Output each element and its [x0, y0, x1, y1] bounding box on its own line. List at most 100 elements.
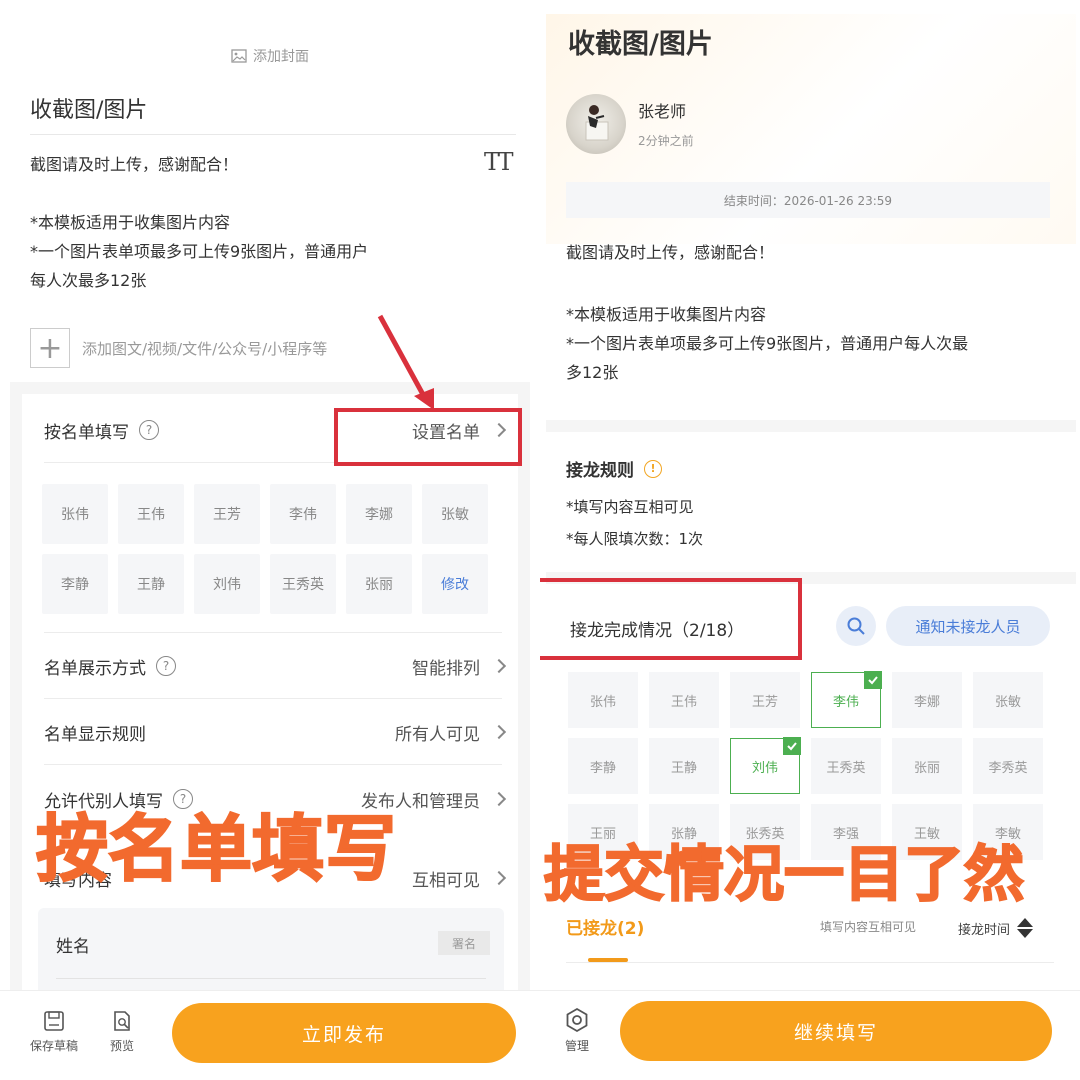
setting-value: 互相可见: [412, 870, 480, 891]
roster-label: 按名单填写: [44, 422, 129, 443]
member-cell[interactable]: 张敏: [973, 672, 1043, 728]
member-cell[interactable]: 王伟: [649, 672, 719, 728]
editor-panel: 添加封面 收截图/图片 TT 截图请及时上传，感谢配合！ *本模板适用于收集图片…: [0, 0, 540, 1080]
description: 截图请及时上传，感谢配合！ *本模板适用于收集图片内容 *一个图片表单项最多可上…: [566, 238, 1046, 387]
visibility-note: 填写内容互相可见: [820, 920, 917, 934]
search-button[interactable]: [836, 606, 876, 646]
publish-button[interactable]: 立即发布: [172, 1003, 516, 1063]
member-cell[interactable]: 王静: [649, 738, 719, 794]
roster-name-cell: 李静: [42, 554, 108, 614]
check-icon: [864, 671, 882, 689]
page-title: 收截图/图片: [568, 29, 713, 60]
divider: [44, 632, 502, 633]
roster-grid: 张伟 王伟 王芳 李伟 李娜 张敏 李静 王静 刘伟 王秀英 张丽 修改: [42, 484, 488, 614]
setting-value: 智能排列: [412, 658, 480, 679]
member-name: 张伟: [589, 694, 616, 710]
member-name: 张丽: [913, 760, 940, 776]
image-icon: [231, 49, 247, 63]
member-name: 王芳: [751, 694, 778, 710]
roster-name-cell: 刘伟: [194, 554, 260, 614]
roster-name-cell: 李娜: [346, 484, 412, 544]
member-cell[interactable]: 王芳: [730, 672, 800, 728]
member-name: 李秀英: [988, 760, 1028, 776]
roster-name-cell: 张敏: [422, 484, 488, 544]
settings-icon: [566, 1007, 588, 1033]
desc-line: [566, 267, 1046, 296]
preview-label: 预览: [110, 1039, 135, 1053]
info-icon[interactable]: !: [644, 459, 662, 478]
add-cover-label: 添加封面: [253, 49, 309, 65]
author-name: 张老师: [638, 102, 687, 121]
roster-name-cell: 王芳: [194, 484, 260, 544]
member-cell[interactable]: 李秀英: [973, 738, 1043, 794]
continue-button[interactable]: 继续填写: [620, 1001, 1052, 1061]
setting-row-display-mode[interactable]: 名单展示方式? 智能排列: [44, 646, 507, 686]
member-name: 李娜: [913, 694, 940, 710]
tab-completed[interactable]: 已接龙(2): [566, 914, 644, 939]
notify-pending-button[interactable]: 通知未接龙人员: [886, 606, 1050, 646]
chevron-right-icon: [491, 870, 507, 886]
member-cell[interactable]: 王秀英: [811, 738, 881, 794]
preview-panel: 收截图/图片 张老师 2分钟之前 结束时间：2026-01-26 23:59 截…: [540, 0, 1080, 1080]
setting-value: 所有人可见: [395, 724, 480, 745]
save-draft-label: 保存草稿: [30, 1039, 79, 1053]
edit-roster-button[interactable]: 修改: [422, 554, 488, 614]
desc-line: *本模板适用于收集图片内容: [30, 213, 231, 232]
sort-label: 接龙时间: [958, 922, 1011, 938]
help-icon[interactable]: ?: [139, 420, 159, 440]
overlay-caption: 按名单填写: [35, 806, 397, 892]
overlay-caption: 提交情况一目了然: [543, 839, 1025, 911]
help-icon[interactable]: ?: [156, 656, 176, 676]
divider: [566, 962, 1054, 963]
plus-icon: +: [30, 328, 70, 368]
rule-item: *每人限填次数：1次: [566, 530, 704, 548]
highlight-box: [334, 408, 522, 466]
bottom-bar: 保存草稿 预览 立即发布: [0, 990, 540, 1080]
desc-line: *一个图片表单项最多可上传9张图片，普通用户: [30, 242, 369, 261]
member-cell[interactable]: 李娜: [892, 672, 962, 728]
add-content-button[interactable]: + 添加图文/视频/文件/公众号/小程序等: [30, 328, 327, 368]
member-name: 张敏: [994, 694, 1021, 710]
member-cell-completed[interactable]: 刘伟: [730, 737, 801, 794]
member-cell[interactable]: 李静: [568, 738, 638, 794]
member-name: 王静: [670, 760, 697, 776]
desc-line: 截图请及时上传，感谢配合！: [30, 155, 239, 174]
manage-button[interactable]: 管理: [564, 1007, 590, 1054]
roster-name-cell: 王秀英: [270, 554, 336, 614]
preview-icon: [114, 1011, 130, 1031]
member-name: 李静: [589, 760, 616, 776]
rules-heading: 接龙规则 !: [566, 456, 662, 481]
chevron-right-icon: [491, 791, 507, 807]
desc-line: *本模板适用于收集图片内容: [566, 305, 767, 324]
preview-button[interactable]: 预览: [110, 1009, 134, 1054]
divider: [44, 698, 502, 699]
check-icon: [783, 737, 801, 755]
add-cover-button[interactable]: 添加封面: [0, 46, 540, 66]
divider: [56, 978, 486, 979]
setting-row-visibility[interactable]: 名单显示规则 所有人可见: [44, 712, 507, 752]
desc-line: 多12张: [566, 363, 619, 382]
roster-name-cell: 王静: [118, 554, 184, 614]
member-name: 刘伟: [751, 760, 778, 776]
manage-label: 管理: [564, 1039, 589, 1053]
chevron-right-icon: [491, 724, 507, 740]
member-cell[interactable]: 张丽: [892, 738, 962, 794]
save-icon: [44, 1011, 64, 1031]
chevron-right-icon: [491, 658, 507, 674]
deadline-banner: 结束时间：2026-01-26 23:59: [566, 182, 1050, 218]
roster-name-cell: 李伟: [270, 484, 336, 544]
post-time: 2分钟之前: [638, 134, 694, 148]
sort-icon: [1017, 918, 1034, 938]
bottom-bar: 管理 继续填写: [540, 990, 1080, 1080]
title-input[interactable]: 收截图/图片: [30, 92, 147, 124]
avatar[interactable]: [566, 94, 626, 154]
member-cell[interactable]: 张伟: [568, 672, 638, 728]
member-cell-completed[interactable]: 李伟: [811, 671, 882, 728]
signed-badge[interactable]: 署名: [438, 931, 490, 955]
save-draft-button[interactable]: 保存草稿: [30, 1009, 78, 1054]
section-divider: [546, 420, 1076, 432]
setting-label: 名单显示规则: [44, 724, 146, 745]
sort-button[interactable]: 接龙时间: [958, 916, 1034, 940]
setting-label: 名单展示方式: [44, 658, 146, 679]
description-input[interactable]: 截图请及时上传，感谢配合！ *本模板适用于收集图片内容 *一个图片表单项最多可上…: [30, 150, 500, 295]
